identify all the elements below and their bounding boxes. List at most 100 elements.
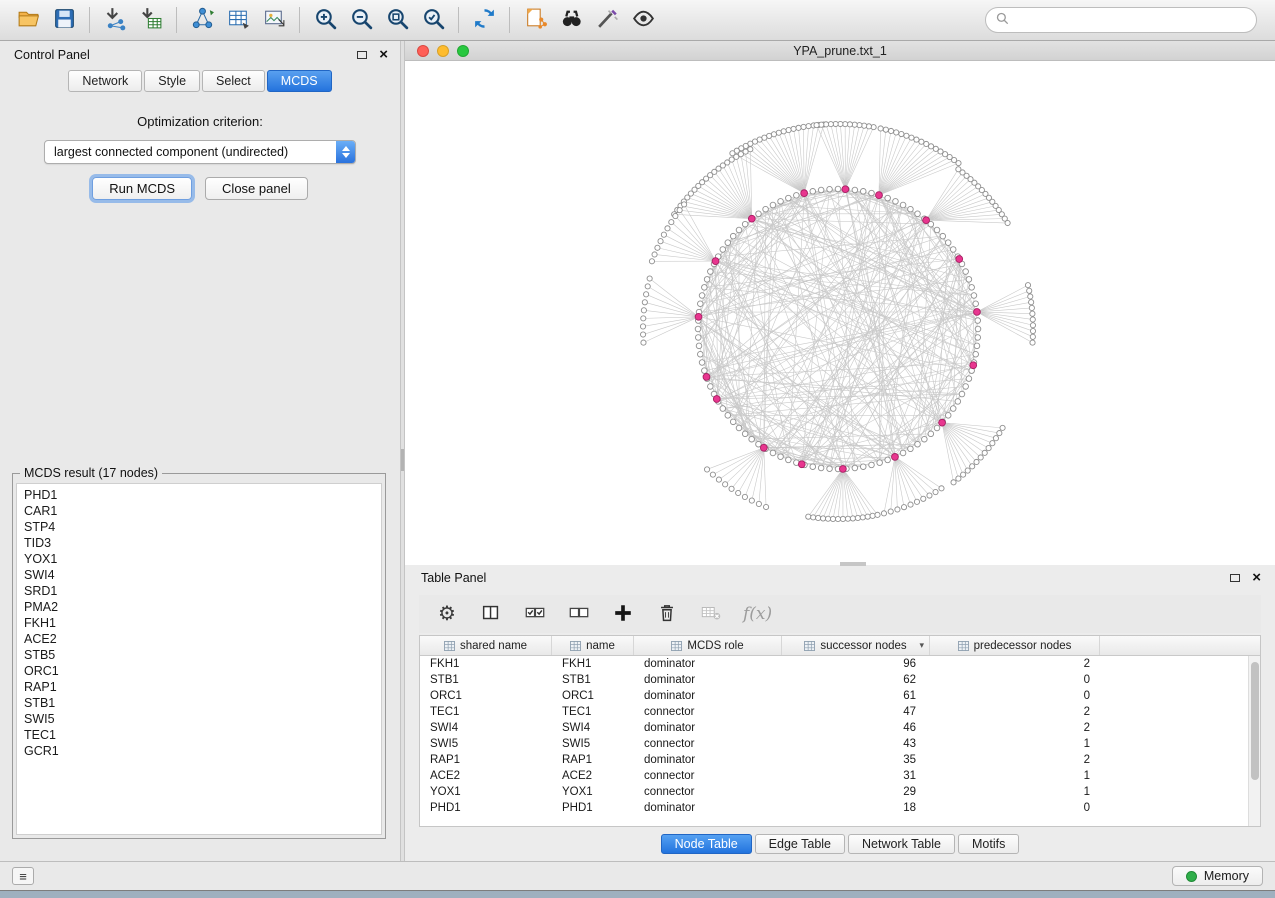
column-header-predecessor-nodes[interactable]: predecessor nodes [930,636,1100,655]
mcds-result-item[interactable]: GCR1 [24,743,374,759]
close-table-panel-icon[interactable]: × [1252,573,1261,583]
mcds-result-item[interactable]: ACE2 [24,631,374,647]
search-input[interactable] [1015,12,1246,28]
maximize-window-icon[interactable] [457,45,469,57]
table-settings-button[interactable]: ⚙ [435,602,459,626]
close-panel-icon[interactable]: × [379,50,388,60]
tab-style[interactable]: Style [144,70,200,92]
column-label: successor nodes [820,640,906,652]
table-row[interactable]: RAP1RAP1dominator352 [420,752,1248,768]
mcds-result-item[interactable]: SWI5 [24,711,374,727]
column-header-MCDS-role[interactable]: MCDS role [634,636,782,655]
horizontal-splitter-handle[interactable] [840,562,866,566]
mcds-result-item[interactable]: TID3 [24,535,374,551]
close-window-icon[interactable] [417,45,429,57]
tab-select[interactable]: Select [202,70,265,92]
import-network-button[interactable] [97,4,133,36]
table-cell: 31 [782,768,930,784]
save-session-button[interactable] [46,4,82,36]
tab-edge-table[interactable]: Edge Table [755,834,845,854]
scrollbar-thumb[interactable] [1251,662,1259,780]
mcds-result-item[interactable]: FKH1 [24,615,374,631]
minimize-window-icon[interactable] [437,45,449,57]
zoom-out-button[interactable] [343,4,379,36]
mcds-result-item[interactable]: TEC1 [24,727,374,743]
show-columns-button[interactable] [479,602,503,626]
table-cell: 61 [782,688,930,704]
network-icon [190,6,215,34]
tab-mcds[interactable]: MCDS [267,70,332,92]
table-cell: TEC1 [552,704,634,720]
mcds-result-item[interactable]: SWI4 [24,567,374,583]
unselect-all-columns-button[interactable] [567,602,591,626]
memory-button[interactable]: Memory [1172,866,1263,886]
mcds-result-list[interactable]: PHD1CAR1STP4TID3YOX1SWI4SRD1PMA2FKH1ACE2… [16,483,382,835]
network-canvas[interactable] [405,61,1275,565]
table-scrollbar[interactable] [1248,656,1260,826]
mcds-result-item[interactable]: ORC1 [24,663,374,679]
show-hide-button[interactable] [625,4,661,36]
splitter-handle[interactable] [401,449,404,471]
refresh-button[interactable] [466,4,502,36]
task-history-button[interactable]: ≡ [12,867,34,885]
mcds-result-item[interactable]: YOX1 [24,551,374,567]
status-bar: ≡ Memory [0,861,1275,890]
column-header-shared-name[interactable]: shared name [420,636,552,655]
float-panel-icon[interactable] [357,51,367,59]
search-field[interactable] [985,7,1257,33]
table-row[interactable]: FKH1FKH1dominator962 [420,656,1248,672]
chevron-down-icon[interactable]: ▾ [919,640,924,651]
open-file-button[interactable] [10,4,46,36]
share-document-button[interactable] [517,4,553,36]
zoom-in-button[interactable] [307,4,343,36]
zoom-fit-button[interactable] [379,4,415,36]
table-row[interactable]: STB1STB1dominator620 [420,672,1248,688]
table-cell: dominator [634,720,782,736]
mcds-result-item[interactable]: CAR1 [24,503,374,519]
table-row[interactable]: ORC1ORC1dominator610 [420,688,1248,704]
new-network-button[interactable] [184,4,220,36]
table-cell: 35 [782,752,930,768]
table-row[interactable]: YOX1YOX1connector291 [420,784,1248,800]
zoom-selected-button[interactable] [415,4,451,36]
tab-network[interactable]: Network [68,70,142,92]
tab-network-table[interactable]: Network Table [848,834,955,854]
optimization-dropdown[interactable]: largest connected component (undirected) [44,140,356,164]
run-mcds-button[interactable]: Run MCDS [92,177,192,200]
mcds-result-item[interactable]: STB5 [24,647,374,663]
mcds-result-item[interactable]: STP4 [24,519,374,535]
mcds-result-item[interactable]: STB1 [24,695,374,711]
network-table-button[interactable] [220,4,256,36]
close-panel-button[interactable]: Close panel [205,177,308,200]
add-column-button[interactable] [611,602,635,626]
export-image-button[interactable] [256,4,292,36]
tab-node-table[interactable]: Node Table [661,834,752,854]
tab-motifs[interactable]: Motifs [958,834,1019,854]
mcds-result-item[interactable]: PHD1 [24,487,374,503]
table-header-row: shared namenameMCDS role successor nodes ▾… [420,636,1260,656]
table-row[interactable]: SWI4SWI4dominator462 [420,720,1248,736]
column-header-name[interactable]: name [552,636,634,655]
annotation-pen-button[interactable] [589,4,625,36]
float-table-panel-icon[interactable] [1230,574,1240,582]
table-row[interactable]: SWI5SWI5connector431 [420,736,1248,752]
table-cell: 2 [930,704,1100,720]
mcds-result-item[interactable]: RAP1 [24,679,374,695]
table-cell: SWI5 [420,736,552,752]
table-cell: dominator [634,656,782,672]
table-grid-icon [226,6,251,34]
table-row[interactable]: ACE2ACE2connector311 [420,768,1248,784]
network-titlebar[interactable]: YPA_prune.txt_1 [405,41,1275,61]
memory-label: Memory [1204,869,1249,883]
mcds-result-item[interactable]: SRD1 [24,583,374,599]
first-neighbors-button[interactable] [553,4,589,36]
table-row[interactable]: TEC1TEC1connector472 [420,704,1248,720]
select-all-columns-button[interactable] [523,602,547,626]
network-graph[interactable] [405,61,1275,564]
column-header-successor-nodes[interactable]: successor nodes ▾ [782,636,930,655]
table-cell: SWI4 [552,720,634,736]
mcds-result-item[interactable]: PMA2 [24,599,374,615]
import-table-button[interactable] [133,4,169,36]
table-row[interactable]: PHD1PHD1dominator180 [420,800,1248,816]
delete-column-button[interactable] [655,602,679,626]
